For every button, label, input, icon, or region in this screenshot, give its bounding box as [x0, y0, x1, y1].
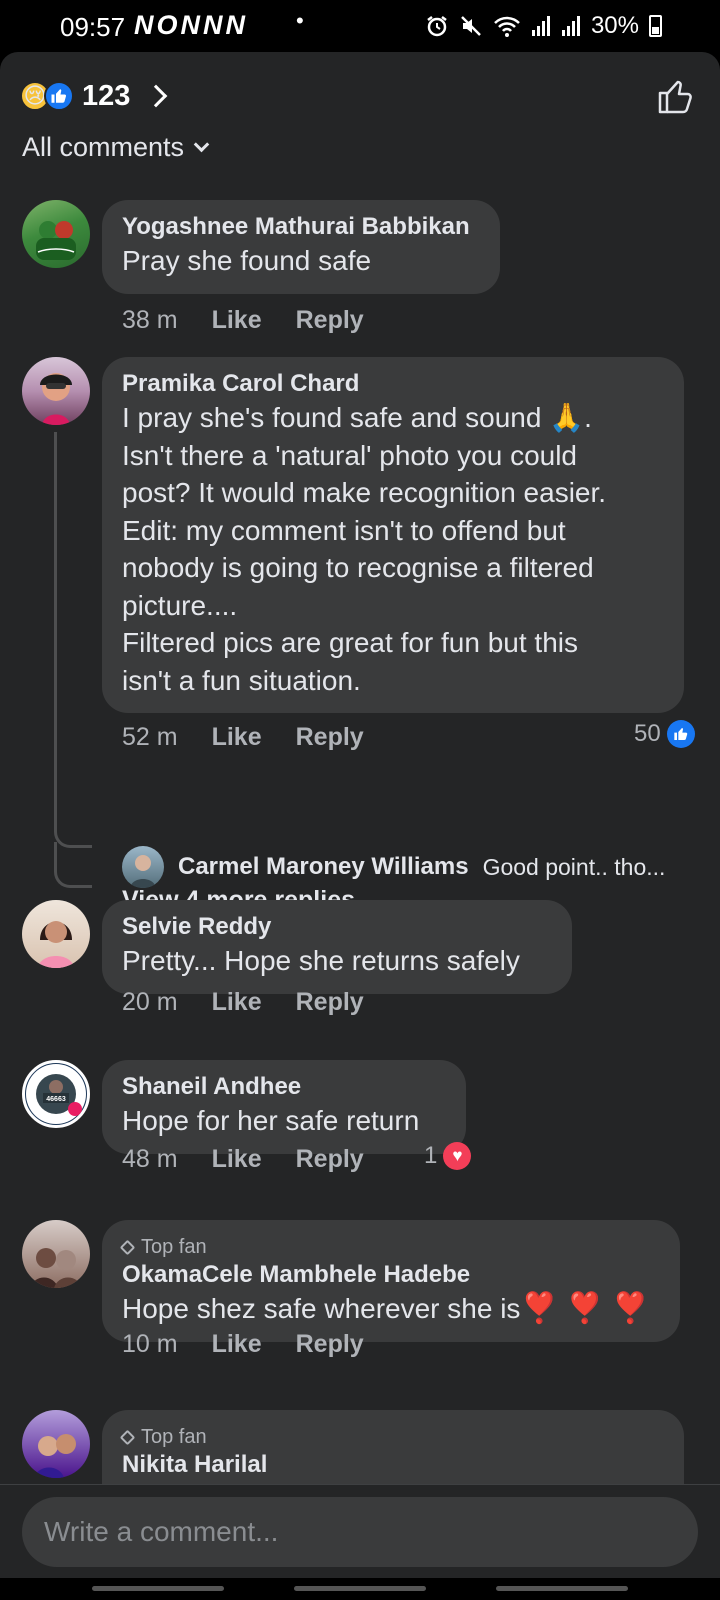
- chevron-down-icon: [193, 136, 210, 153]
- comment-author[interactable]: Nikita Harilal: [122, 1450, 664, 1480]
- reply-button[interactable]: Reply: [296, 988, 364, 1017]
- diamond-icon: [119, 1429, 136, 1445]
- comment-reactions[interactable]: 50: [634, 720, 695, 748]
- comment-author[interactable]: Yogashnee Mathurai Babbikan: [122, 212, 480, 242]
- sort-label: All comments: [22, 132, 185, 162]
- thread-connector: [54, 842, 92, 888]
- reaction-count: 123: [82, 79, 131, 112]
- battery-icon: [649, 15, 662, 37]
- reply-button[interactable]: Reply: [296, 723, 364, 752]
- comment-actions: 38 m Like Reply: [122, 306, 364, 335]
- comment-input[interactable]: [22, 1497, 698, 1567]
- avatar[interactable]: [22, 357, 90, 425]
- comment-text-line: nobody is going to recognise a filtered: [122, 552, 594, 583]
- comment-text-line: Hope shez safe wherever she is❣️ ❣️ ❣️: [122, 1290, 660, 1328]
- like-button[interactable]: Like: [212, 988, 262, 1017]
- signal-icon: [531, 16, 550, 36]
- comment-actions: 10 m Like Reply: [122, 1330, 364, 1359]
- nav-recents-indicator[interactable]: [92, 1586, 224, 1591]
- like-reaction-icon: [666, 720, 695, 748]
- comment-time: 38 m: [122, 306, 178, 334]
- comment-author[interactable]: OkamaCele Mambhele Hadebe: [122, 1260, 660, 1290]
- system-nav-bar: [0, 1578, 720, 1600]
- signal-icon: [561, 16, 580, 36]
- comment-text: Pretty... Hope she returns safely: [122, 945, 520, 976]
- battery-percent: 30%: [590, 12, 639, 39]
- comment-actions: 48 m Like Reply: [122, 1145, 364, 1174]
- comment-reactions[interactable]: 1 ♥: [424, 1142, 472, 1170]
- avatar[interactable]: [22, 200, 90, 268]
- top-fan-badge: Top fan: [119, 1424, 664, 1450]
- reaction-count: 1: [424, 1142, 438, 1169]
- praying-hands-emoji: 🙏: [549, 402, 585, 433]
- heart-exclamation-emoji: ❣️ ❣️ ❣️: [520, 1292, 650, 1325]
- status-right-icons: 30%: [425, 12, 662, 40]
- like-button[interactable]: Like: [212, 723, 262, 752]
- thread-line: [54, 432, 57, 802]
- avatar-badge-number: 46663: [46, 1096, 66, 1103]
- comment-text-line: Filtered pics are great for fun but this: [122, 627, 578, 658]
- top-fan-badge: Top fan: [119, 1234, 660, 1260]
- comment-text-line: picture....: [122, 589, 238, 621]
- comment-actions: 52 m Like Reply: [122, 723, 364, 752]
- like-button[interactable]: Like: [212, 306, 262, 335]
- comment-time: 20 m: [122, 988, 178, 1016]
- mute-icon: [461, 16, 481, 36]
- reply-preview[interactable]: Carmel Maroney Williams Good point.. tho…: [122, 846, 665, 888]
- comment-author[interactable]: Pramika Carol Chard: [122, 369, 664, 399]
- comment-bubble[interactable]: Pramika Carol Chard I pray she's found s…: [102, 357, 684, 713]
- reply-button[interactable]: Reply: [296, 1330, 364, 1359]
- comment-text-line: isn't a fun situation.: [122, 664, 361, 696]
- comments-panel: 😢 123 All comments Yogashnee Mathurai Ba…: [0, 52, 720, 1600]
- nav-home-indicator[interactable]: [294, 1586, 426, 1591]
- heart-reaction-icon: ♥: [443, 1142, 472, 1170]
- comment-bubble[interactable]: Top fan OkamaCele Mambhele Hadebe Hope s…: [102, 1220, 680, 1342]
- comment-author[interactable]: Selvie Reddy: [122, 912, 552, 942]
- comment-bubble[interactable]: Shaneil Andhee Hope for her safe return: [102, 1060, 466, 1154]
- comment-text-line: Edit: my comment isn't to offend but: [122, 514, 566, 546]
- sort-dropdown[interactable]: All comments: [22, 132, 210, 163]
- comment-text: Hope for her safe return: [122, 1105, 420, 1136]
- avatar[interactable]: [22, 1410, 90, 1478]
- comment-text: Pray she found safe: [122, 245, 372, 276]
- diamond-icon: [119, 1239, 136, 1255]
- status-bar: 09:57 NONNN • 30%: [0, 0, 720, 52]
- reactions-summary[interactable]: 😢 123: [20, 74, 168, 118]
- status-time: 09:57: [60, 12, 126, 42]
- avatar[interactable]: [22, 1220, 90, 1288]
- nav-back-indicator[interactable]: [496, 1586, 628, 1591]
- reply-text: Good point.. tho...: [482, 853, 666, 880]
- comment-bubble[interactable]: Yogashnee Mathurai Babbikan Pray she fou…: [102, 200, 500, 294]
- comment-time: 10 m: [122, 1330, 178, 1358]
- comment-text-line: I pray she's found safe and sound 🙏.: [122, 399, 664, 437]
- comment-text-line: Isn't there a 'natural' photo you could: [122, 439, 577, 471]
- avatar[interactable]: 46663: [22, 1060, 90, 1128]
- like-button[interactable]: Like: [212, 1330, 262, 1359]
- like-button[interactable]: Like: [212, 1145, 262, 1174]
- comment-actions: 20 m Like Reply: [122, 988, 364, 1017]
- comment-time: 52 m: [122, 723, 178, 751]
- top-fan-label: Top fan: [141, 1426, 207, 1448]
- carrier-notification-icons: NONNN: [134, 10, 248, 40]
- reply-button[interactable]: Reply: [296, 1145, 364, 1174]
- like-post-icon[interactable]: [656, 76, 696, 116]
- reply-button[interactable]: Reply: [296, 306, 364, 335]
- top-fan-label: Top fan: [141, 1236, 207, 1258]
- avatar[interactable]: [22, 900, 90, 968]
- comment-text-segment: I pray she's found safe and sound: [122, 402, 542, 433]
- alarm-icon: [427, 16, 447, 37]
- avatar[interactable]: [122, 846, 164, 888]
- comment-text-line: post? It would make recognition easier.: [122, 477, 607, 508]
- wifi-icon: [494, 16, 520, 37]
- comment-time: 48 m: [122, 1145, 178, 1173]
- comment-text-segment: .: [584, 402, 592, 433]
- chevron-right-icon: [145, 84, 168, 108]
- more-notifications-dot: •: [296, 8, 304, 33]
- reply-author[interactable]: Carmel Maroney Williams: [178, 853, 469, 881]
- reaction-count: 50: [634, 720, 661, 747]
- comment-text-segment: Hope shez safe wherever she is: [122, 1293, 521, 1324]
- comment-author[interactable]: Shaneil Andhee: [122, 1072, 446, 1102]
- comment-bubble[interactable]: Selvie Reddy Pretty... Hope she returns …: [102, 900, 572, 994]
- like-reaction-icon: [44, 81, 74, 111]
